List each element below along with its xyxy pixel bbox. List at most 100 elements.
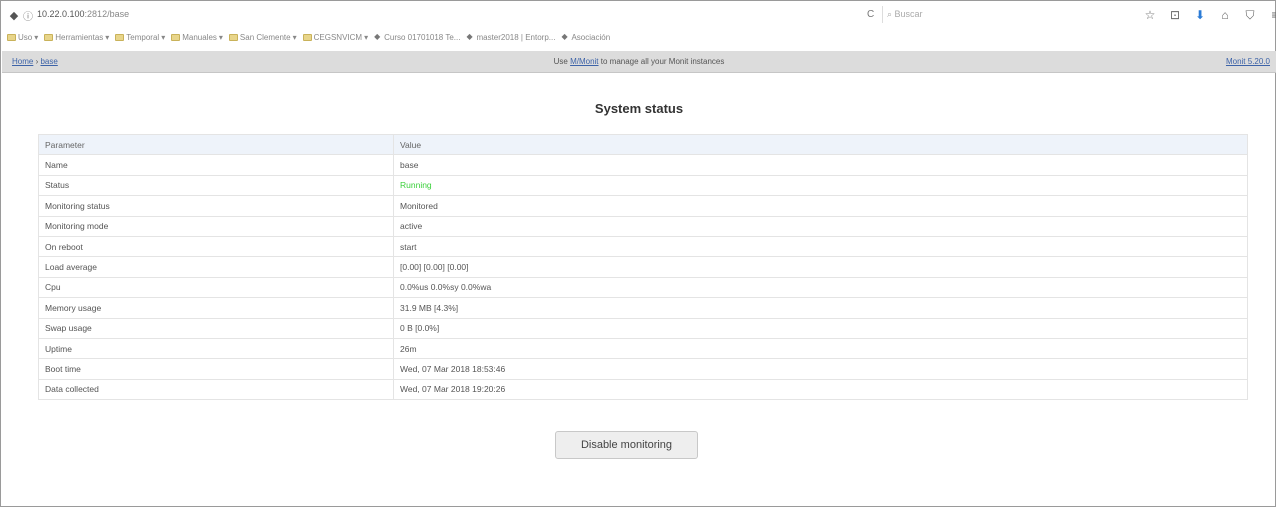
chevron-down-icon: ▾ [218, 32, 223, 42]
mmonit-message-prefix: Use [553, 57, 571, 66]
bookmark-item[interactable]: ◆ master2018 | Entorp... [466, 33, 555, 42]
toolbar-icons: ☆ ⊡ ⬇ ⌂ ⛉ ≡ [1140, 5, 1276, 25]
shield-icon[interactable]: ⛉ [1240, 5, 1260, 25]
bookmark-item[interactable]: Herramientas ▾ [44, 33, 109, 42]
chevron-down-icon: ▾ [292, 32, 297, 42]
table-row: On reboot start [38, 235, 1248, 258]
bookmark-label: Curso 01701018 Te... [384, 32, 461, 42]
disable-monitoring-button[interactable]: Disable monitoring [555, 431, 698, 459]
value-cell: active [393, 215, 1248, 237]
folder-icon [171, 33, 181, 41]
url-bar: ◆ ⓘ 10.22.0.100:2812/base C ⌕ Buscar ☆ ⊡… [7, 5, 1276, 25]
search-input[interactable]: ⌕ Buscar [882, 6, 1132, 23]
url-path: :2812/base [84, 9, 130, 19]
parameter-cell: Uptime [38, 337, 394, 360]
library-icon[interactable]: ⊡ [1165, 5, 1185, 25]
search-icon: ⌕ [887, 9, 895, 19]
table-row: Name base [38, 154, 1248, 176]
parameter-cell: Monitoring status [38, 195, 394, 217]
value-cell: Running [393, 174, 1248, 197]
breadcrumb-current[interactable]: base [40, 57, 57, 66]
bookmark-label: San Clemente [239, 32, 291, 42]
value-cell: 0 B [0.0%] [393, 317, 1248, 339]
folder-icon [302, 33, 312, 41]
parameter-cell: Cpu [38, 276, 394, 299]
url-host: 10.22.0.100 [37, 9, 85, 19]
breadcrumb-home[interactable]: Home [12, 57, 33, 66]
folder-icon [44, 33, 54, 41]
chevron-down-icon: ▾ [364, 32, 369, 42]
bookmark-item[interactable]: Manuales ▾ [171, 33, 223, 42]
value-cell: base [393, 154, 1248, 176]
browser-window: ◆ ⓘ 10.22.0.100:2812/base C ⌕ Buscar ☆ ⊡… [0, 0, 1276, 507]
home-icon[interactable]: ⌂ [1215, 5, 1235, 25]
breadcrumb: Home › base [12, 51, 58, 73]
mmonit-message-suffix: to manage all your Monit instances [598, 57, 725, 66]
bookmark-item[interactable]: CEGSNVICM ▾ [302, 32, 369, 42]
bookmark-label: Manuales [182, 32, 217, 42]
bookmark-label: Asociación [571, 32, 611, 42]
download-icon[interactable]: ⬇ [1190, 5, 1210, 25]
bookmark-item[interactable]: San Clemente ▾ [228, 32, 297, 42]
mmonit-message: Use M/Monit to manage all your Monit ins… [2, 51, 1276, 73]
bookmarks-bar: Uso ▾ Herramientas ▾ Temporal ▾ Manuales ▾ San C… [7, 29, 1273, 45]
bookmark-item[interactable]: Temporal ▾ [115, 33, 165, 42]
bookmark-label: CEGSNVICM [313, 32, 363, 42]
table-row: Cpu 0.0%us 0.0%sy 0.0%wa [38, 276, 1248, 299]
bookmark-item[interactable]: ◆ Curso 01701018 Te... [374, 33, 460, 42]
monit-version-link[interactable]: Monit 5.20.0 [1226, 51, 1270, 73]
value-cell: Monitored [393, 195, 1248, 217]
column-header-parameter: Parameter [38, 133, 394, 156]
page-title: System status [594, 101, 684, 116]
monit-header-bar: Use M/Monit to manage all your Monit ins… [2, 51, 1276, 73]
system-status-table: Parameter Value Name base Status Running Mon… [38, 133, 1248, 401]
folder-icon [228, 33, 238, 41]
folder-icon [115, 33, 125, 41]
reload-icon[interactable]: C [867, 6, 879, 23]
bookmark-label: Temporal [126, 32, 160, 42]
table-row: Monitoring mode active [38, 215, 1248, 237]
table-row: Swap usage 0 B [0.0%] [38, 317, 1248, 339]
value-cell: 26m [393, 337, 1248, 360]
column-header-value: Value [393, 133, 1248, 156]
chevron-down-icon: ▾ [161, 32, 166, 42]
search-placeholder: Buscar [894, 9, 923, 19]
value-cell: Wed, 07 Mar 2018 18:53:46 [393, 358, 1248, 380]
bookmark-star-icon[interactable]: ☆ [1140, 5, 1160, 25]
table-row: Memory usage 31.9 MB [4.3%] [38, 297, 1248, 319]
bookmark-label: Herramientas [55, 32, 104, 42]
bookmark-icon: ◆ [561, 32, 568, 41]
parameter-cell: On reboot [38, 235, 394, 258]
parameter-cell: Name [38, 154, 394, 176]
table-header-row: Parameter Value [38, 133, 1248, 156]
parameter-cell: Swap usage [38, 317, 394, 339]
value-cell: start [393, 235, 1248, 258]
table-row: Monitoring status Monitored [38, 195, 1248, 217]
chevron-down-icon: ▾ [34, 32, 39, 42]
bookmark-label: Uso [18, 32, 33, 42]
table-row: Boot time Wed, 07 Mar 2018 18:53:46 [38, 358, 1248, 380]
mmonit-link[interactable]: M/Monit [570, 57, 598, 66]
back-icon[interactable]: ◆ [7, 9, 21, 22]
parameter-cell: Load average [38, 256, 394, 278]
bookmark-label: master2018 | Entorp... [476, 32, 556, 42]
parameter-cell: Monitoring mode [38, 215, 394, 237]
table-row: Load average [0.00] [0.00] [0.00] [38, 256, 1248, 278]
chevron-down-icon: ▾ [105, 32, 110, 42]
parameter-cell: Memory usage [38, 297, 394, 319]
parameter-cell: Status [38, 174, 394, 197]
menu-icon[interactable]: ≡ [1265, 5, 1276, 25]
folder-icon [7, 33, 16, 41]
bookmark-item[interactable]: Uso ▾ [7, 33, 38, 42]
value-cell: 0.0%us 0.0%sy 0.0%wa [393, 276, 1248, 299]
parameter-cell: Boot time [38, 358, 394, 380]
parameter-cell: Data collected [38, 378, 394, 401]
table-row: Data collected Wed, 07 Mar 2018 19:20:26 [38, 378, 1248, 401]
table-row: Uptime 26m [38, 337, 1248, 360]
address-field[interactable]: 10.22.0.100:2812/base [33, 6, 863, 23]
value-cell: 31.9 MB [4.3%] [393, 297, 1248, 319]
bookmark-icon: ◆ [466, 32, 473, 41]
value-cell: [0.00] [0.00] [0.00] [393, 256, 1248, 278]
bookmark-icon: ◆ [374, 32, 381, 41]
bookmark-item[interactable]: ◆ Asociación [561, 33, 610, 42]
